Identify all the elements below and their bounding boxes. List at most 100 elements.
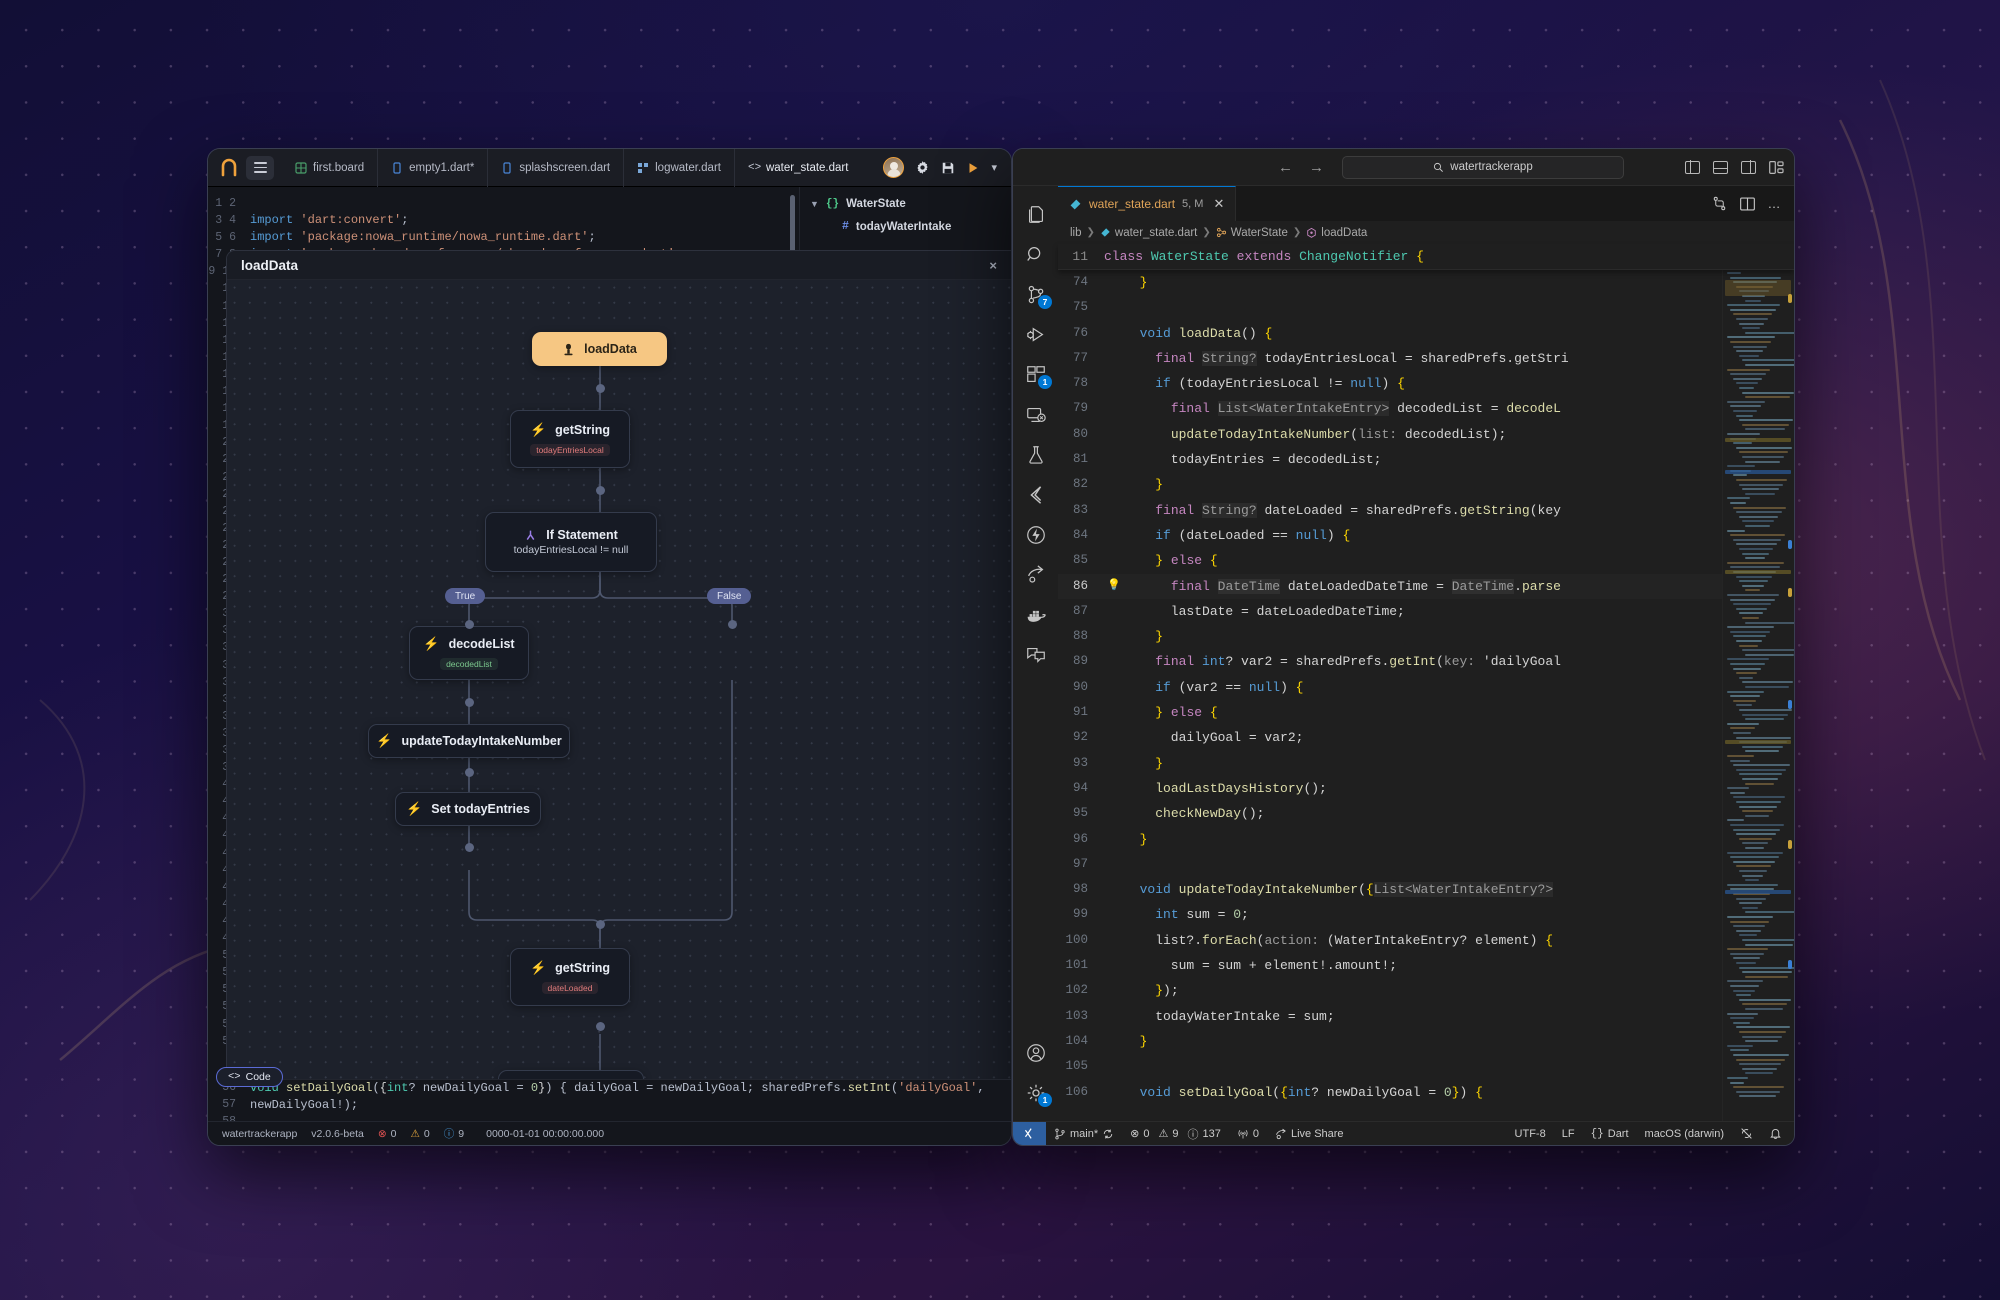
status-errors[interactable]: ⊗ 0 bbox=[378, 1128, 397, 1140]
code-line[interactable]: 87 lastDate = dateLoadedDateTime; bbox=[1058, 599, 1722, 624]
sticky-scroll-line[interactable]: 11 class WaterState extends ChangeNotifi… bbox=[1058, 244, 1794, 270]
flow-node-updatetodayintakenumber[interactable]: ⚡updateTodayIntakeNumber bbox=[368, 724, 570, 758]
code-line[interactable]: 86💡 final DateTime dateLoadedDateTime = … bbox=[1058, 574, 1722, 599]
docker-icon[interactable] bbox=[1013, 595, 1058, 635]
flow-node-getstring-1[interactable]: ⚡getString todayEntriesLocal bbox=[510, 410, 630, 468]
code-line[interactable]: 90 if (var2 == null) { bbox=[1058, 675, 1722, 700]
status-problems[interactable]: ⊗ 0 ⚠ 9 ⓘ 137 bbox=[1122, 1126, 1229, 1142]
code-line[interactable]: 89 final int? var2 = sharedPrefs.getInt(… bbox=[1058, 649, 1722, 674]
gear-icon[interactable] bbox=[915, 160, 930, 175]
extensions-icon[interactable]: 1 bbox=[1013, 355, 1058, 395]
customize-layout-icon[interactable] bbox=[1769, 161, 1784, 174]
breadcrumb-item-file[interactable]: water_state.dart bbox=[1100, 227, 1197, 239]
quick-fix-lightbulb-icon[interactable]: 💡 bbox=[1104, 574, 1124, 599]
back-icon[interactable]: ← bbox=[1278, 159, 1293, 176]
share-icon[interactable] bbox=[1013, 555, 1058, 595]
nowa-tab-first-board[interactable]: first.board bbox=[282, 149, 377, 187]
thunder-client-icon[interactable] bbox=[1013, 515, 1058, 555]
remote-explorer-icon[interactable] bbox=[1013, 395, 1058, 435]
code-line[interactable]: 78 if (todayEntriesLocal != null) { bbox=[1058, 371, 1722, 396]
forward-icon[interactable]: → bbox=[1309, 159, 1324, 176]
code-line[interactable]: 106 void setDailyGoal({int? newDailyGoal… bbox=[1058, 1080, 1722, 1105]
settings-gear-icon[interactable]: 1 bbox=[1013, 1073, 1058, 1113]
remote-window-icon[interactable] bbox=[1013, 1122, 1046, 1146]
source-control-icon[interactable]: 7 bbox=[1013, 275, 1058, 315]
code-line[interactable]: 93 } bbox=[1058, 751, 1722, 776]
code-line[interactable]: 105 bbox=[1058, 1054, 1722, 1079]
status-warnings[interactable]: ⚠ 0 bbox=[411, 1128, 430, 1140]
code-line[interactable]: 101 sum = sum + element!.amount!; bbox=[1058, 953, 1722, 978]
code-line[interactable]: 77 final String? todayEntriesLocal = sha… bbox=[1058, 346, 1722, 371]
avatar[interactable] bbox=[883, 157, 904, 178]
breadcrumb-item-method[interactable]: loadData bbox=[1306, 227, 1367, 239]
code-line[interactable]: 103 todayWaterIntake = sum; bbox=[1058, 1004, 1722, 1029]
code-line[interactable]: 74 } bbox=[1058, 270, 1722, 295]
save-icon[interactable] bbox=[941, 161, 955, 175]
code-line[interactable]: 85 } else { bbox=[1058, 548, 1722, 573]
more-actions-icon[interactable]: … bbox=[1768, 196, 1783, 211]
command-center[interactable]: watertrackerapp bbox=[1342, 156, 1624, 179]
status-ports[interactable]: 0 bbox=[1229, 1128, 1267, 1140]
status-branch[interactable]: main* bbox=[1046, 1128, 1122, 1140]
flow-node-getstring-2[interactable]: ⚡getString dateLoaded bbox=[510, 948, 630, 1006]
flow-node-if-1[interactable]: If Statement todayEntriesLocal != null bbox=[485, 512, 657, 572]
code-line[interactable]: 80 updateTodayIntakeNumber(list: decoded… bbox=[1058, 422, 1722, 447]
nowa-tab-splashscreen-dart[interactable]: splashscreen.dart bbox=[487, 149, 623, 187]
editor-tab-water-state-dart[interactable]: water_state.dart 5, M ✕ bbox=[1058, 186, 1236, 221]
run-icon[interactable] bbox=[966, 161, 980, 175]
toggle-panel-icon[interactable] bbox=[1713, 161, 1728, 174]
toggle-secondary-sidebar-icon[interactable] bbox=[1741, 161, 1756, 174]
chat-icon[interactable] bbox=[1013, 635, 1058, 675]
status-eol[interactable]: LF bbox=[1554, 1128, 1583, 1140]
chevron-down-icon[interactable]: ▾ bbox=[991, 161, 997, 174]
code-line[interactable]: 83 final String? dateLoaded = sharedPref… bbox=[1058, 498, 1722, 523]
code-line[interactable]: 98 void updateTodayIntakeNumber({List<Wa… bbox=[1058, 877, 1722, 902]
code-line[interactable]: 102 }); bbox=[1058, 978, 1722, 1003]
code-line[interactable]: 100 list?.forEach(action: (WaterIntakeEn… bbox=[1058, 928, 1722, 953]
nowa-tab-logwater-dart[interactable]: logwater.dart bbox=[623, 149, 734, 187]
code-line[interactable]: 99 int sum = 0; bbox=[1058, 902, 1722, 927]
run-and-debug-icon[interactable] bbox=[1013, 315, 1058, 355]
nowa-tab-empty1-dart[interactable]: empty1.dart* bbox=[377, 149, 487, 187]
split-diff-icon[interactable] bbox=[1712, 196, 1727, 211]
nowa-code-mode-pill[interactable]: <> Code bbox=[216, 1067, 283, 1087]
breadcrumb-item-lib[interactable]: lib bbox=[1070, 227, 1082, 239]
nowa-menu-button[interactable] bbox=[246, 156, 274, 180]
code-line[interactable]: 84 if (dateLoaded == null) { bbox=[1058, 523, 1722, 548]
breadcrumb-item-class[interactable]: WaterState bbox=[1216, 227, 1288, 239]
nowa-tab-water-state-dart[interactable]: <> water_state.dart bbox=[734, 149, 861, 187]
flutter-icon[interactable] bbox=[1013, 475, 1058, 515]
close-icon[interactable]: ✕ bbox=[1213, 196, 1224, 212]
code-line[interactable]: 91 } else { bbox=[1058, 700, 1722, 725]
code-line[interactable]: 97 bbox=[1058, 852, 1722, 877]
minimap[interactable] bbox=[1722, 270, 1794, 1121]
split-editor-icon[interactable] bbox=[1740, 197, 1755, 211]
status-platform[interactable]: macOS (darwin) bbox=[1637, 1128, 1732, 1140]
status-infos[interactable]: ⓘ 9 bbox=[444, 1126, 464, 1141]
flow-node-decodelist[interactable]: ⚡decodeList decodedList bbox=[409, 626, 529, 680]
code-line[interactable]: 79 final List<WaterIntakeEntry> decodedL… bbox=[1058, 396, 1722, 421]
explorer-icon[interactable] bbox=[1013, 195, 1058, 235]
code-line[interactable]: 81 todayEntries = decodedList; bbox=[1058, 447, 1722, 472]
code-line[interactable]: 94 loadLastDaysHistory(); bbox=[1058, 776, 1722, 801]
flow-node-set-todayentries[interactable]: ⚡Set todayEntries bbox=[395, 792, 541, 826]
code-line[interactable]: 96 } bbox=[1058, 827, 1722, 852]
status-encoding[interactable]: UTF-8 bbox=[1507, 1128, 1554, 1140]
code-line[interactable]: 76 void loadData() { bbox=[1058, 321, 1722, 346]
status-notifications[interactable] bbox=[1761, 1127, 1794, 1140]
code-line[interactable]: 104 } bbox=[1058, 1029, 1722, 1054]
accounts-icon[interactable] bbox=[1013, 1033, 1058, 1073]
testing-icon[interactable] bbox=[1013, 435, 1058, 475]
code-line[interactable]: 92 dailyGoal = var2; bbox=[1058, 725, 1722, 750]
status-language[interactable]: {} Dart bbox=[1583, 1128, 1637, 1140]
code-line[interactable]: 82 } bbox=[1058, 472, 1722, 497]
code-line[interactable]: 75 bbox=[1058, 295, 1722, 320]
code-line[interactable]: 88 } bbox=[1058, 624, 1722, 649]
status-live-share[interactable]: Live Share bbox=[1267, 1128, 1352, 1140]
flow-node-start[interactable]: loadData bbox=[532, 332, 667, 366]
search-icon[interactable] bbox=[1013, 235, 1058, 275]
toggle-primary-sidebar-icon[interactable] bbox=[1685, 161, 1700, 174]
editor-code-area[interactable]: 74 }7576 void loadData() {77 final Strin… bbox=[1058, 270, 1794, 1121]
code-line[interactable]: 95 checkNewDay(); bbox=[1058, 801, 1722, 826]
status-no-sync[interactable] bbox=[1732, 1127, 1761, 1140]
